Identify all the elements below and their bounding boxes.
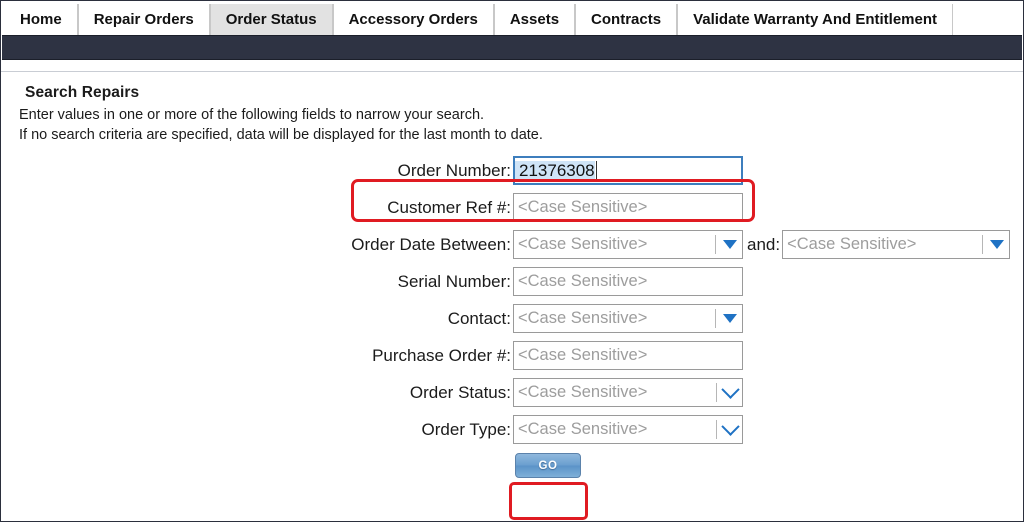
order-date-end-dropdown-toggle[interactable] (982, 231, 1009, 258)
placeholder-customer-ref: <Case Sensitive> (518, 198, 648, 216)
placeholder-order-status: <Case Sensitive> (518, 383, 648, 401)
page-title: Search Repairs (25, 84, 140, 101)
submit-row: GO (19, 453, 1023, 478)
form-row-order-date-between: Order Date Between: <Case Sensitive> and: <… (19, 229, 1023, 260)
tab-validate-warranty-and-entitlement[interactable]: Validate Warranty And Entitlement (677, 4, 953, 35)
order-date-between-dropdown-toggle[interactable] (715, 231, 742, 258)
caret-down-icon (723, 240, 737, 249)
input-value-order-number: 21376308 (515, 160, 595, 181)
text-cursor (595, 161, 597, 180)
input-serial-number[interactable]: <Case Sensitive> (513, 267, 743, 296)
placeholder-purchase-order: <Case Sensitive> (518, 346, 648, 364)
form-row-customer-ref: Customer Ref #: <Case Sensitive> (19, 192, 1023, 223)
instruction-line-2: If no search criteria are specified, dat… (19, 127, 543, 143)
dropdown-separator (716, 420, 717, 439)
application-window: Home Repair Orders Order Status Accessory O… (0, 0, 1024, 522)
main-tab-bar: Home Repair Orders Order Status Accessory O… (1, 1, 1023, 35)
placeholder-serial-number: <Case Sensitive> (518, 272, 648, 290)
go-button[interactable]: GO (515, 453, 581, 478)
form-row-serial-number: Serial Number: <Case Sensitive> (19, 266, 1023, 297)
label-serial-number: Serial Number: (397, 271, 511, 291)
dropdown-separator (982, 235, 984, 254)
label-customer-ref: Customer Ref #: (387, 197, 511, 217)
input-purchase-order[interactable]: <Case Sensitive> (513, 341, 743, 370)
dropdown-separator (715, 309, 716, 328)
placeholder-order-date-end: <Case Sensitive> (787, 235, 917, 253)
label-order-type: Order Type: (421, 419, 511, 439)
label-purchase-order: Purchase Order #: (372, 345, 511, 365)
input-customer-ref[interactable]: <Case Sensitive> (513, 193, 743, 222)
order-type-dropdown-toggle[interactable] (716, 416, 742, 443)
form-row-order-type: Order Type: <Case Sensitive> (19, 414, 1023, 445)
order-status-dropdown-toggle[interactable] (716, 379, 742, 406)
tab-order-status[interactable]: Order Status (209, 4, 333, 35)
placeholder-contact: <Case Sensitive> (518, 309, 648, 327)
label-order-date-between: Order Date Between: (351, 234, 511, 254)
content-separator (1, 60, 1023, 72)
placeholder-order-type: <Case Sensitive> (518, 420, 648, 438)
and-label: and: (747, 234, 781, 254)
form-row-purchase-order: Purchase Order #: <Case Sensitive> (19, 340, 1023, 371)
tab-assets[interactable]: Assets (493, 4, 576, 35)
navy-accent-bar (2, 35, 1022, 60)
tab-home[interactable]: Home (5, 4, 78, 35)
input-contact[interactable]: <Case Sensitive> (513, 304, 743, 333)
form-row-order-number: Order Number: 21376308 (19, 155, 1023, 186)
caret-down-icon (990, 240, 1005, 249)
label-order-number: Order Number: (397, 160, 511, 180)
content-area: Search Repairs Enter values in one or mo… (1, 72, 1023, 478)
chevron-down-icon (721, 417, 740, 436)
form-row-order-status: Order Status: <Case Sensitive> (19, 377, 1023, 408)
input-order-status[interactable]: <Case Sensitive> (513, 378, 743, 407)
input-order-date-between[interactable]: <Case Sensitive> (513, 230, 743, 259)
input-order-date-end[interactable]: <Case Sensitive> (782, 230, 1011, 259)
tab-contracts[interactable]: Contracts (575, 4, 678, 35)
contact-dropdown-toggle[interactable] (715, 305, 742, 332)
label-order-status: Order Status: (409, 382, 511, 402)
form-row-contact: Contact: <Case Sensitive> (19, 303, 1023, 334)
input-order-number[interactable]: 21376308 (513, 156, 743, 185)
instruction-line-1: Enter values in one or more of the follo… (19, 107, 485, 123)
caret-down-icon (723, 314, 737, 323)
input-order-type[interactable]: <Case Sensitive> (513, 415, 743, 444)
dropdown-separator (716, 383, 717, 402)
chevron-down-icon (721, 380, 740, 399)
tab-repair-orders[interactable]: Repair Orders (77, 4, 210, 35)
go-button-highlight-annotation (509, 482, 588, 520)
placeholder-order-date-between: <Case Sensitive> (518, 235, 648, 253)
tab-accessory-orders[interactable]: Accessory Orders (332, 4, 494, 35)
dropdown-separator (715, 235, 716, 254)
label-contact: Contact: (447, 308, 511, 328)
search-repairs-form: Order Number: 21376308 Customer Ref #: <Cas… (19, 155, 1023, 445)
